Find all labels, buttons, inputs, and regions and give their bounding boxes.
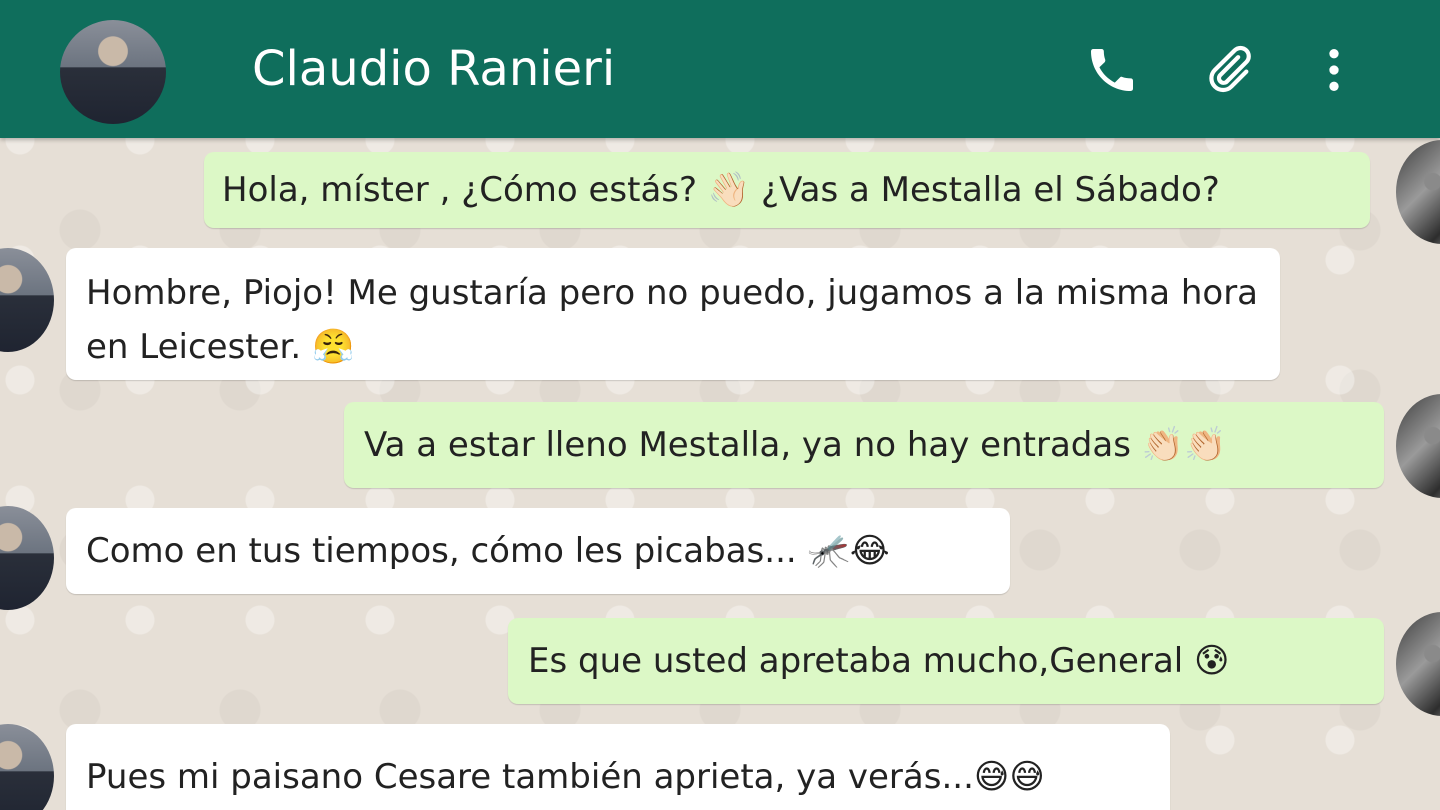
message-bubble-incoming[interactable]: Pues mi paisano Cesare también aprieta, …: [66, 724, 1170, 810]
message-text: Como en tus tiempos, cómo les picabas...…: [86, 531, 890, 571]
message-text: Va a estar lleno Mestalla, ya no hay ent…: [364, 425, 1227, 465]
message-bubble-incoming[interactable]: Hombre, Piojo! Me gustaría pero no puedo…: [66, 248, 1280, 380]
message-text: Hola, míster , ¿Cómo estás? 👋🏻 ¿Vas a Me…: [222, 170, 1220, 210]
message-bubble-incoming[interactable]: Como en tus tiempos, cómo les picabas...…: [66, 508, 1010, 594]
message-bubble-outgoing[interactable]: Hola, míster , ¿Cómo estás? 👋🏻 ¿Vas a Me…: [204, 152, 1370, 228]
more-vert-icon[interactable]: [1306, 42, 1362, 98]
paperclip-icon[interactable]: [1202, 42, 1258, 98]
message-text-line-2: en Leicester. 😤: [86, 327, 355, 367]
message-bubble-outgoing[interactable]: Va a estar lleno Mestalla, ya no hay ent…: [344, 402, 1384, 488]
message-text-line-1: Hombre, Piojo! Me gustaría pero no puedo…: [86, 273, 1259, 313]
contact-avatar[interactable]: [60, 20, 166, 124]
phone-icon[interactable]: [1084, 42, 1140, 98]
message-bubble-outgoing[interactable]: Es que usted apretaba mucho,General 😰: [508, 618, 1384, 704]
message-text: Es que usted apretaba mucho,General 😰: [528, 641, 1230, 681]
chat-header: Claudio Ranieri: [0, 0, 1440, 138]
contact-name[interactable]: Claudio Ranieri: [252, 38, 615, 100]
message-text: Pues mi paisano Cesare también aprieta, …: [86, 757, 1045, 797]
